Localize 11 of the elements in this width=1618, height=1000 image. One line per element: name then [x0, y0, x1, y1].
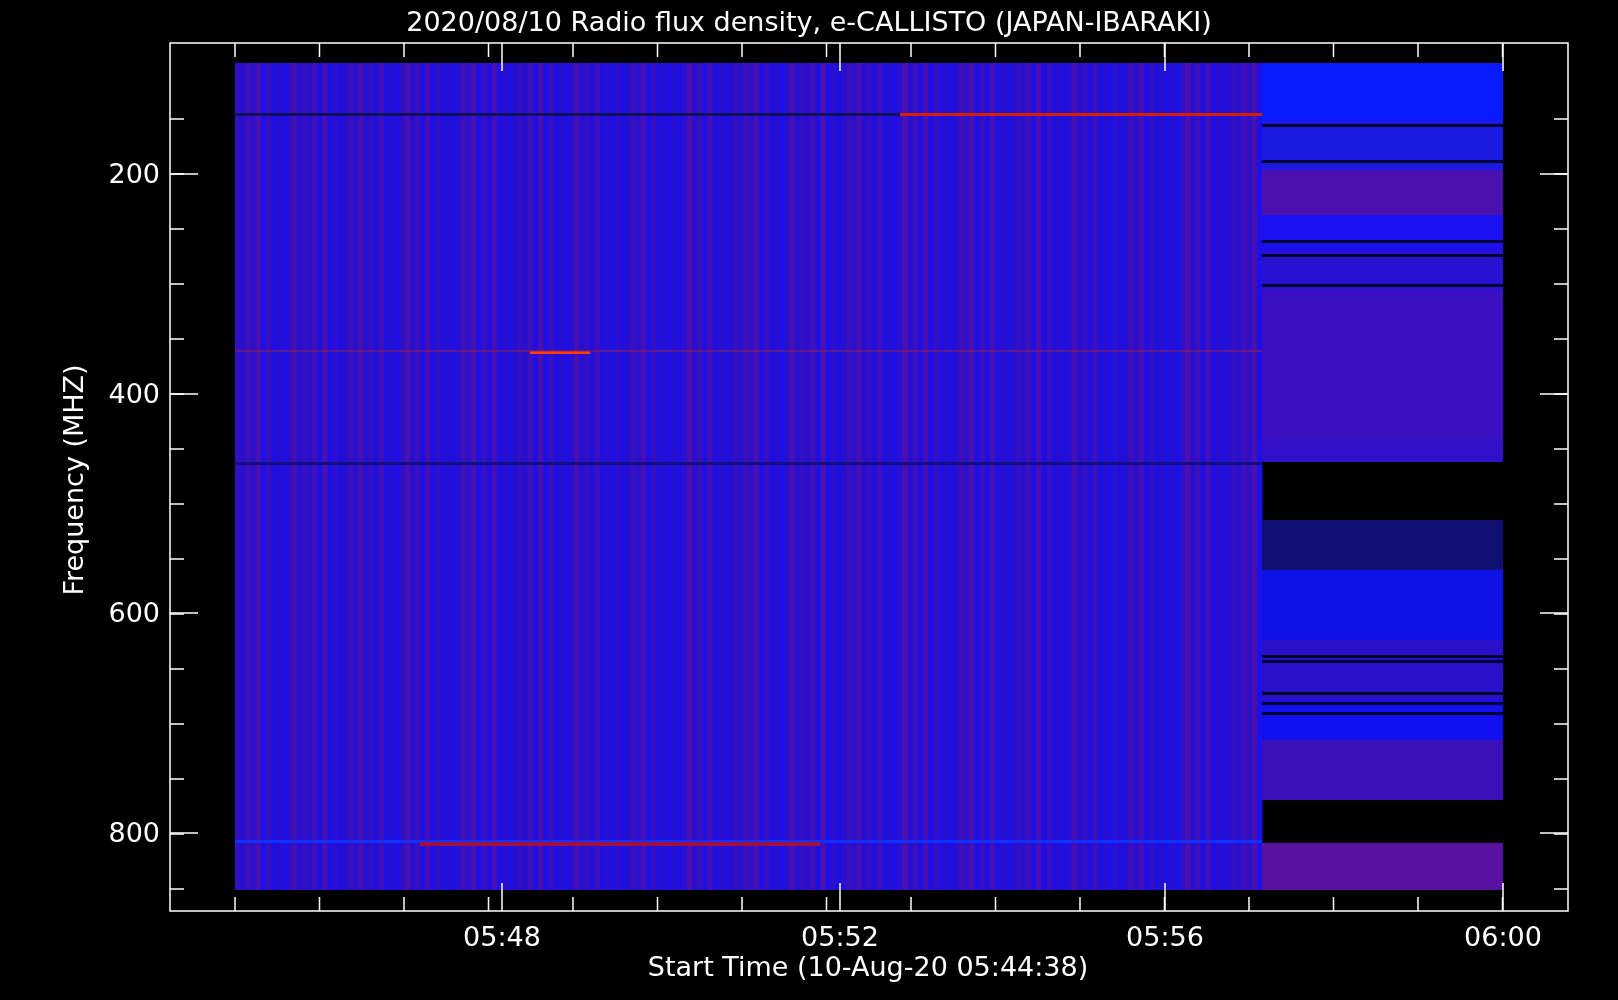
y-tick-label: 400: [108, 378, 160, 409]
y-tick-label: 600: [108, 597, 160, 628]
y-tick-label: 800: [108, 817, 160, 848]
x-tick-label: 05:56: [1126, 921, 1204, 952]
x-tick-label: 06:00: [1464, 921, 1542, 952]
x-tick-label: 05:48: [463, 921, 541, 952]
y-axis-label: Frequency (MHZ): [58, 364, 89, 596]
y-tick-label: 200: [108, 158, 160, 189]
plot-title: 2020/08/10 Radio flux density, e-CALLISTO (JAPAN-IBARAKI): [406, 6, 1212, 37]
x-axis-label: Start Time (10-Aug-20 05:44:38): [647, 951, 1089, 982]
x-tick-label: 05:52: [801, 921, 879, 952]
